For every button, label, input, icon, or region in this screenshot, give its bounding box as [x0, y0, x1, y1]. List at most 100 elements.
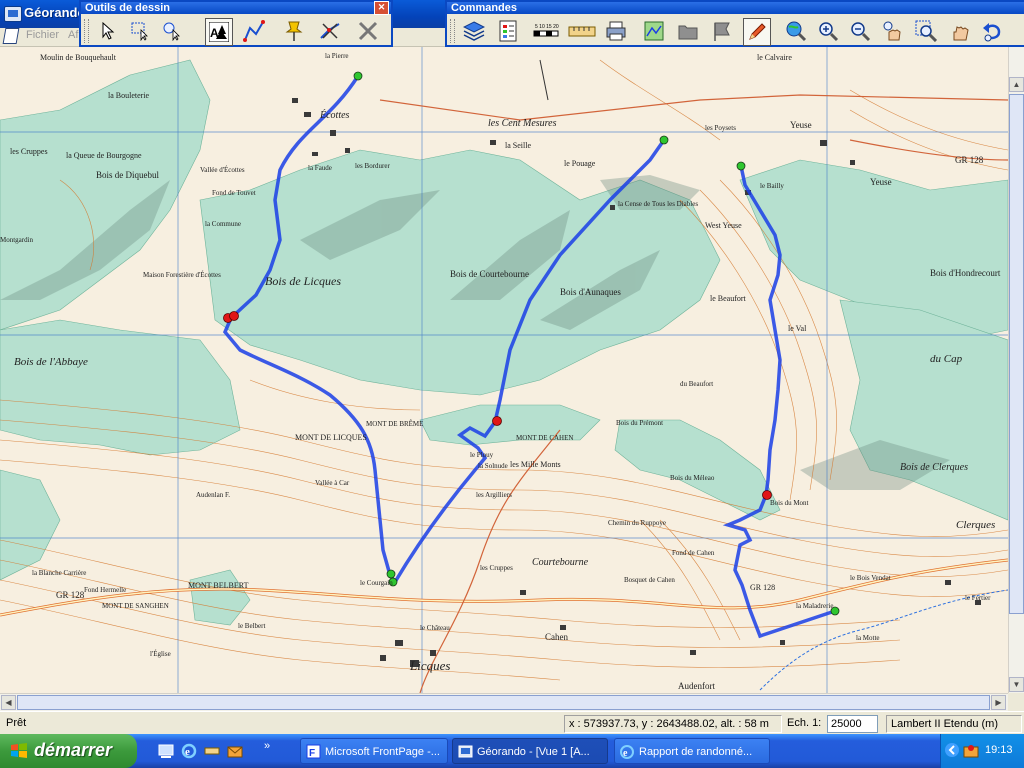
clock: 19:13: [985, 744, 1013, 756]
scale-label: Ech. 1:: [787, 717, 822, 729]
scroll-up-button[interactable]: ▲: [1009, 77, 1024, 92]
close-icon[interactable]: ✕: [374, 1, 389, 15]
menu-fichier[interactable]: Fichier: [26, 29, 59, 41]
vertical-scroll-thumb[interactable]: [1009, 94, 1024, 614]
show-desktop-icon[interactable]: [158, 743, 174, 759]
undo-button[interactable]: [979, 18, 1005, 44]
pencil-button[interactable]: [743, 18, 771, 46]
horizontal-scroll-thumb[interactable]: [17, 695, 990, 710]
start-label: démarrer: [34, 740, 113, 760]
text-symbol-tool-button[interactable]: A: [205, 18, 233, 46]
map-place-label: le Courgain: [360, 579, 393, 587]
delete-tool-button[interactable]: [355, 18, 381, 44]
legend-button[interactable]: [495, 18, 521, 44]
map-place-label: la Queue de Bourgogne: [66, 151, 142, 160]
map-place-label: West Yeuse: [705, 221, 742, 230]
map-place-label: Bois d'Hondrecourt: [930, 268, 1001, 278]
zoom-select-tool-button[interactable]: [159, 18, 185, 44]
ruler-quicklaunch-icon[interactable]: [204, 743, 220, 759]
zoom-window-button[interactable]: [913, 18, 939, 44]
map-place-label: la Maladrerie: [796, 602, 834, 610]
layers-button[interactable]: [461, 18, 487, 44]
print-button[interactable]: [603, 18, 629, 44]
commands-titlebar[interactable]: Commandes: [447, 2, 1024, 14]
map-place-label: le Fertier: [965, 594, 991, 602]
drawing-tools-titlebar[interactable]: Outils de dessin ✕: [81, 1, 391, 15]
select-rect-tool-button[interactable]: [127, 18, 153, 44]
pushpin-tool-button[interactable]: [281, 18, 307, 44]
map-place-label: Bois du Mont: [770, 499, 809, 507]
drawing-tools-window[interactable]: Outils de dessin ✕ A: [79, 0, 393, 47]
map-place-label: le Château: [420, 624, 450, 632]
map-place-label: Bois du Méleao: [670, 474, 715, 482]
map-place-label: Courtebourne: [532, 557, 589, 568]
status-ready: Prêt: [6, 717, 27, 729]
select-rect-icon: [131, 22, 148, 41]
waypoint-start: [353, 71, 363, 81]
map-place-label: Écottes: [319, 109, 350, 121]
scroll-left-button[interactable]: ◀: [1, 695, 16, 710]
map-place-label: Montgardin: [0, 236, 34, 244]
scroll-right-button[interactable]: ▶: [991, 695, 1006, 710]
waypoint-marker: [492, 416, 502, 426]
toolbar-grip[interactable]: [450, 19, 455, 43]
globe-zoom-button[interactable]: [783, 18, 809, 44]
toolbar-grip[interactable]: [84, 19, 89, 43]
task-label: Géorando - [Vue 1 [A...: [477, 746, 590, 758]
pointer-icon: [102, 22, 115, 40]
map-place-label: les Mille Monts: [510, 460, 561, 469]
map-place-label: la Blanche Carrière: [32, 569, 86, 577]
outlook-express-icon[interactable]: [227, 743, 243, 759]
tray-expand-icon[interactable]: [945, 743, 960, 758]
start-button[interactable]: démarrer: [0, 734, 137, 768]
zoom-out-button[interactable]: [847, 18, 873, 44]
scale-bar-button[interactable]: 5 10 15 20: [531, 18, 561, 44]
map-place-label: les Cent Mesures: [488, 118, 557, 129]
georando-app-icon: [4, 6, 22, 22]
task-frontpage[interactable]: F Microsoft FrontPage -...: [300, 738, 448, 764]
map-place-label: MONT DE BRÊME: [366, 420, 423, 428]
map-place-label: Fond de Cahen: [672, 549, 715, 557]
task-georando[interactable]: Géorando - [Vue 1 [A...: [452, 738, 608, 764]
map-place-label: le Val: [788, 324, 807, 333]
map-place-label: le Calvaire: [757, 53, 792, 62]
map-place-label: MONT DE SANGHEN: [102, 602, 169, 610]
scale-bar-icon: 5 10 15 20: [533, 24, 559, 37]
menu-affichage[interactable]: Af: [68, 29, 78, 41]
map-place-label: Moulin de Bouquehault: [40, 53, 117, 62]
taskbar: démarrer e » F Microsoft FrontPage -... …: [0, 734, 1024, 768]
cursor-coordinates: x : 573937.73, y : 2643488.02, alt. : 58…: [564, 715, 782, 733]
folder-button[interactable]: [675, 18, 701, 44]
hand-zoom-button[interactable]: [879, 18, 905, 44]
map-place-label: Bois de l'Abbaye: [14, 356, 88, 368]
zoom-in-button[interactable]: [815, 18, 841, 44]
ruler-button[interactable]: [567, 18, 597, 44]
export-map-button[interactable]: [641, 18, 667, 44]
topographic-map[interactable]: Moulin de Bouquehault la Bouleterie la Pie…: [0, 47, 1008, 693]
draw-route-tool-button[interactable]: [241, 18, 267, 44]
svg-text:F: F: [309, 748, 315, 759]
pan-hand-button[interactable]: [947, 18, 973, 44]
internet-explorer-icon[interactable]: e: [181, 743, 197, 759]
map-canvas[interactable]: Moulin de Bouquehault la Bouleterie la Pie…: [0, 47, 1008, 693]
tray-messenger-icon[interactable]: [963, 743, 979, 759]
vertical-scrollbar[interactable]: ▲ ▼: [1008, 47, 1024, 693]
map-place-label: Yeuse: [790, 120, 812, 130]
route-edit-tool-button[interactable]: [317, 18, 343, 44]
route-edit-icon: [320, 23, 340, 39]
flag-button[interactable]: [709, 18, 735, 44]
scale-input[interactable]: 25000: [827, 715, 878, 733]
draw-route-icon: [243, 20, 265, 42]
map-place-label: Chemin du Ruppoye: [608, 519, 666, 527]
map-place-label: Bois de Diquebul: [96, 170, 159, 180]
status-bar: Prêt x : 573937.73, y : 2643488.02, alt.…: [0, 711, 1024, 735]
waypoint: [659, 135, 669, 145]
document-icon[interactable]: [2, 28, 20, 44]
map-place-label: la Commune: [205, 220, 241, 228]
task-internet-explorer[interactable]: e Rapport de randonné...: [614, 738, 770, 764]
horizontal-scrollbar[interactable]: ◀ ▶: [0, 693, 1008, 711]
pointer-tool-button[interactable]: [95, 18, 121, 44]
scroll-down-button[interactable]: ▼: [1009, 677, 1024, 692]
commands-window[interactable]: Commandes 5 10 15 20: [445, 0, 1024, 47]
quicklaunch-chevron-icon[interactable]: »: [264, 740, 270, 752]
